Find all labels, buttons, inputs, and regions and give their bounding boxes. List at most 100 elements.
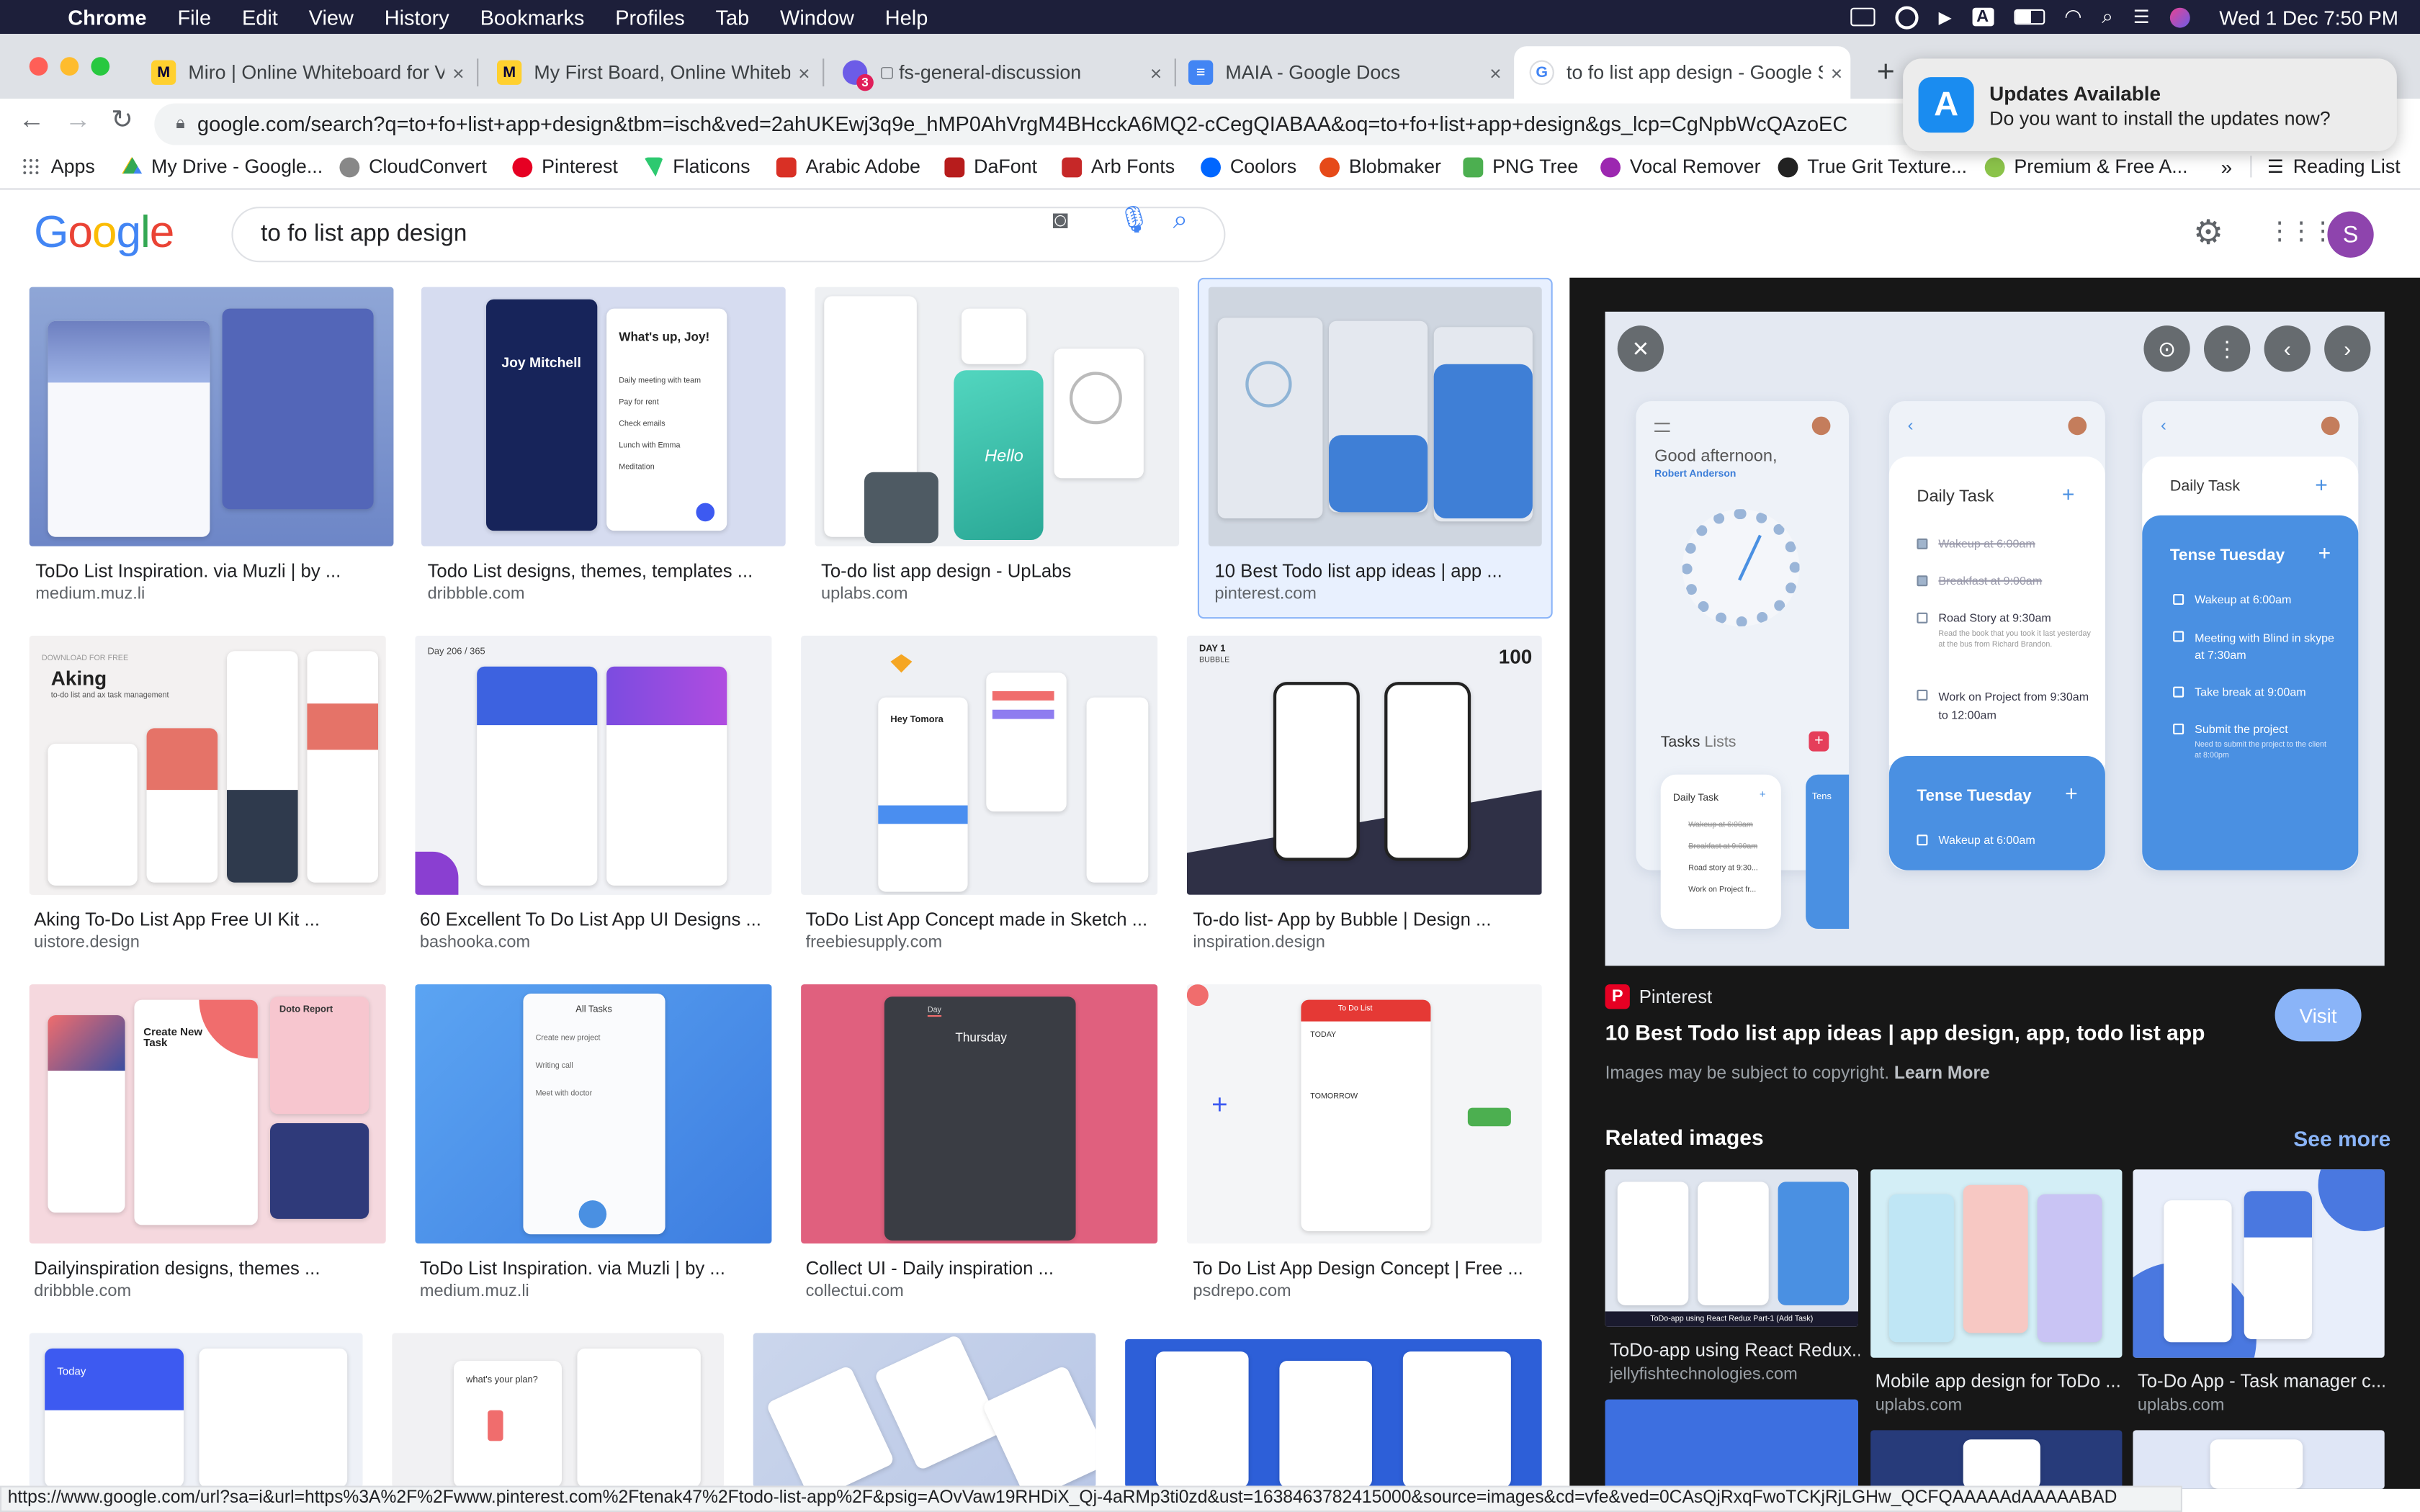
creative-cloud-icon[interactable] <box>1895 5 1919 29</box>
related-thumbnail[interactable] <box>2133 1430 2385 1489</box>
result-thumbnail[interactable]: DOWNLOAD FOR FREE Aking to-do list and a… <box>29 635 386 895</box>
close-preview-icon[interactable]: × <box>1617 325 1664 372</box>
related-source[interactable]: uplabs.com <box>1876 1396 1963 1415</box>
menu-app-name[interactable]: Chrome <box>68 6 146 29</box>
lock-icon[interactable]: 🔒︎ <box>176 114 185 135</box>
google-logo[interactable]: Google <box>34 208 174 259</box>
result-source[interactable]: medium.muz.li <box>35 585 145 603</box>
bookmark-dafont[interactable]: DaFont <box>944 156 1037 177</box>
forward-icon[interactable]: → <box>65 105 91 136</box>
result-source[interactable]: bashooka.com <box>420 933 530 952</box>
bookmark-arb-fonts[interactable]: Arb Fonts <box>1062 156 1175 177</box>
bookmark-my-drive[interactable]: My Drive - Google... <box>122 156 323 177</box>
result-caption[interactable]: Aking To-Do List App Free UI Kit ... <box>34 909 386 930</box>
result-source[interactable]: freebiesupply.com <box>806 933 943 952</box>
tab-close-icon[interactable]: × <box>444 61 472 84</box>
omnibox[interactable]: 🔒︎ google.com/search?q=to+fo+list+app+de… <box>154 103 2084 145</box>
result-source[interactable]: uistore.design <box>34 933 140 952</box>
result-source[interactable]: inspiration.design <box>1193 933 1325 952</box>
new-tab-button[interactable]: + <box>1861 46 1907 99</box>
menu-profiles[interactable]: Profiles <box>615 6 684 29</box>
menu-help[interactable]: Help <box>885 6 928 29</box>
menu-view[interactable]: View <box>309 6 354 29</box>
result-thumbnail[interactable]: what's your plan? <box>392 1333 724 1486</box>
result-caption[interactable]: Todo List designs, themes, templates ... <box>428 560 783 582</box>
result-thumbnail[interactable]: DAY 1 BUBBLE 100 <box>1186 635 1542 895</box>
reload-icon[interactable]: ↻ <box>111 105 133 136</box>
result-thumbnail[interactable]: To Do List TODAY TOMORROW + <box>1186 984 1542 1244</box>
avatar[interactable]: S <box>2327 211 2374 258</box>
bookmark-arabic-adobe[interactable]: Arabic Adobe <box>776 156 920 177</box>
result-source[interactable]: medium.muz.li <box>420 1282 529 1301</box>
control-center-icon[interactable]: ☰ <box>2133 6 2150 28</box>
result-thumbnail[interactable] <box>753 1333 1096 1486</box>
search-input[interactable]: to fo list app design <box>231 207 1226 263</box>
menu-tab[interactable]: Tab <box>716 6 750 29</box>
result-thumbnail[interactable]: All Tasks Create new project Writing cal… <box>415 984 772 1244</box>
screen-mirror-icon[interactable] <box>1850 7 1876 27</box>
result-caption[interactable]: Dailyinspiration designs, themes ... <box>34 1257 386 1279</box>
related-thumbnail[interactable]: ToDo-app using React Redux Part-1 (Add T… <box>1605 1169 1858 1327</box>
input-source-icon[interactable]: A <box>1971 7 1994 27</box>
siri-icon[interactable] <box>2169 6 2190 27</box>
related-source[interactable]: uplabs.com <box>2138 1396 2225 1415</box>
bookmark-flaticons[interactable]: Flaticons <box>643 156 750 177</box>
tab-close-icon[interactable]: × <box>1142 61 1170 84</box>
search-icon[interactable]: ⌕ <box>1173 205 1188 236</box>
visit-button[interactable]: Visit <box>2275 989 2362 1042</box>
result-thumbnail[interactable]: Day 206 / 365 <box>415 635 772 895</box>
settings-gear-icon[interactable]: ⚙ <box>2193 213 2223 253</box>
result-caption[interactable]: To Do List App Design Concept | Free ... <box>1193 1257 1545 1279</box>
result-source[interactable]: pinterest.com <box>1214 585 1316 603</box>
result-thumbnail[interactable]: Today <box>29 1333 363 1486</box>
battery-icon[interactable] <box>2013 9 2045 25</box>
tab-my-first-board[interactable]: M My First Board, Online Whitebo × <box>482 46 818 99</box>
tab-close-icon[interactable]: × <box>1823 61 1851 84</box>
tab-miro-whiteboard[interactable]: M Miro | Online Whiteboard for Vi × <box>136 46 472 99</box>
result-caption[interactable]: ToDo List App Concept made in Sketch ... <box>806 909 1158 930</box>
play-icon[interactable]: ▶ <box>1939 7 1952 27</box>
result-thumbnail[interactable]: Hey Tomora <box>801 635 1158 895</box>
next-image-icon[interactable]: › <box>2324 325 2371 372</box>
source-row[interactable]: P Pinterest <box>1605 984 1712 1009</box>
menu-window[interactable]: Window <box>780 6 854 29</box>
bookmark-vocal-remover[interactable]: Vocal Remover <box>1600 156 1760 177</box>
apps-grid-icon[interactable]: ⋮⋮⋮ <box>2267 216 2335 247</box>
result-source[interactable]: uplabs.com <box>821 585 908 603</box>
related-caption[interactable]: To-Do App - Task manager c... <box>2138 1370 2385 1392</box>
wifi-icon[interactable]: ◠ <box>2064 4 2081 29</box>
window-minimize-icon[interactable] <box>60 57 79 76</box>
camera-icon[interactable]: ◙ <box>1052 205 1068 236</box>
menu-file[interactable]: File <box>177 6 211 29</box>
tab-close-icon[interactable]: × <box>790 61 818 84</box>
result-thumbnail[interactable] <box>1125 1339 1542 1486</box>
bookmark-coolors[interactable]: Coolors <box>1201 156 1296 177</box>
result-thumbnail[interactable]: Create New Task Doto Report <box>29 984 386 1244</box>
menu-bookmarks[interactable]: Bookmarks <box>480 6 585 29</box>
preview-image[interactable]: Good afternoon, Robert Anderson Tasks Li… <box>1605 311 2385 966</box>
result-caption[interactable]: ToDo List Inspiration. via Muzli | by ..… <box>420 1257 772 1279</box>
menu-edit[interactable]: Edit <box>242 6 278 29</box>
learn-more-link[interactable]: Learn More <box>1894 1065 1990 1084</box>
result-source[interactable]: psdrepo.com <box>1193 1282 1291 1301</box>
reading-list-button[interactable]: ☰ Reading List <box>2250 156 2401 178</box>
more-options-icon[interactable]: ⋮ <box>2204 325 2251 372</box>
result-caption[interactable]: To-do list- App by Bubble | Design ... <box>1193 909 1545 930</box>
window-close-icon[interactable] <box>29 57 48 76</box>
bookmark-blobmaker[interactable]: Blobmaker <box>1319 156 1441 177</box>
result-thumbnail[interactable]: Day Thursday <box>801 984 1158 1244</box>
result-caption[interactable]: To-do list app design - UpLabs <box>821 560 1176 582</box>
see-more-link[interactable]: See more <box>2293 1126 2390 1151</box>
spotlight-icon[interactable]: ⌕ <box>2102 4 2113 29</box>
preview-title[interactable]: 10 Best Todo list app ideas | app design… <box>1605 1020 2205 1044</box>
lens-search-icon[interactable]: ⊙ <box>2143 325 2190 372</box>
result-caption[interactable]: 10 Best Todo list app ideas | app ... <box>1214 560 1538 582</box>
result-source[interactable]: collectui.com <box>806 1282 904 1301</box>
tab-google-docs[interactable]: ≡ MAIA - Google Docs × <box>1173 46 1510 99</box>
bookmark-cloudconvert[interactable]: CloudConvert <box>339 156 487 177</box>
menu-history[interactable]: History <box>385 6 449 29</box>
result-caption[interactable]: 60 Excellent To Do List App UI Designs .… <box>420 909 772 930</box>
tab-google-search-active[interactable]: G to fo list app design - Google S × <box>1514 46 1851 99</box>
window-zoom-icon[interactable] <box>91 57 110 76</box>
related-thumbnail[interactable] <box>1870 1169 2123 1358</box>
